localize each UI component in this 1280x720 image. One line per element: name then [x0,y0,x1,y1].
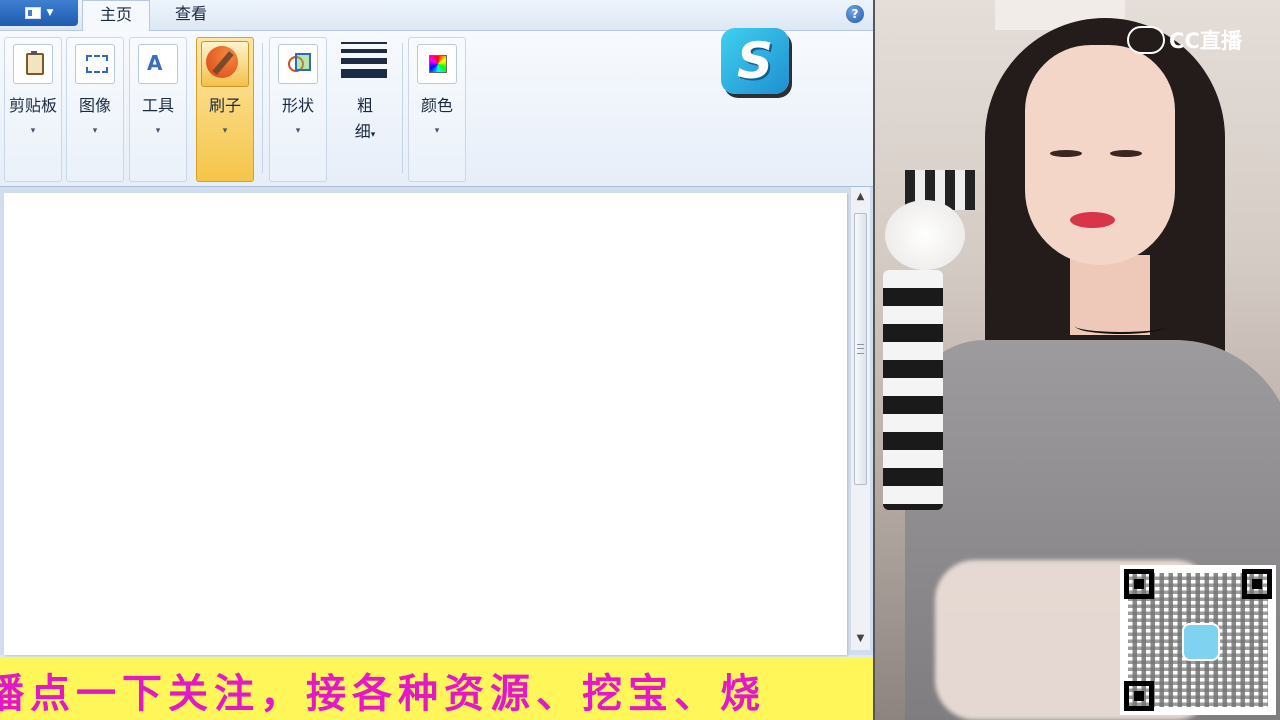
select-icon [75,44,115,84]
tools-group[interactable]: A 工具 ▾ [129,37,187,182]
size-group[interactable]: 粗 细▾ [334,37,396,182]
tools-icon: A [138,44,178,84]
scrolling-banner: 播点一下关注，接各种资源、挖宝、烧 [0,657,880,720]
shapes-group[interactable]: 形状 ▾ [269,37,327,182]
colors-group[interactable]: 颜色 ▾ [408,37,466,182]
chevron-down-icon: ▾ [222,126,228,136]
shapes-icon [278,44,318,84]
scroll-thumb[interactable] [854,213,867,485]
eye-left [1050,150,1082,157]
flower-icon [885,200,965,270]
line-width-icon [341,42,387,83]
cc-logo-text: CC直播 [1169,29,1242,53]
colors-label: 颜色 [420,96,453,115]
cloud-icon [1127,26,1165,54]
shapes-label: 形状 [281,96,314,115]
chevron-down-icon: ▾ [155,126,161,136]
tab-view[interactable]: 查看 [158,0,224,31]
drawing-canvas[interactable] [4,193,847,655]
canvas-area: ▲ ▼ [0,187,873,655]
image-group[interactable]: 图像 ▾ [66,37,124,182]
tab-home[interactable]: 主页 [82,0,150,32]
paint-window: ▼ 主页 查看 ? 剪贴板 ▾ 图像 ▾ A 工具 ▾ 刷子 ▾ 形状 ▾ 粗 … [0,0,873,720]
file-menu-button[interactable]: ▼ [0,0,78,26]
chevron-down-icon: ▾ [92,126,98,136]
size-label-2: 细▾ [354,122,376,141]
banner-text: 播点一下关注，接各种资源、挖宝、烧 [0,670,766,717]
image-label: 图像 [78,96,111,115]
mascot-icon [1182,623,1220,661]
chevron-down-icon: ▾ [30,126,36,136]
scroll-up-arrow-icon[interactable]: ▲ [851,191,870,207]
cc-live-logo: CC直播 [1127,25,1242,55]
s-logo: S [721,28,789,94]
clipboard-icon [13,44,53,84]
clipboard-group[interactable]: 剪贴板 ▾ [4,37,62,182]
chevron-down-icon: ▾ [434,126,440,136]
chevron-down-icon: ▾ [295,126,301,136]
qr-code [1120,565,1276,715]
brush-icon [201,41,249,87]
ribbon-divider [262,43,263,173]
scroll-down-arrow-icon[interactable]: ▼ [851,633,870,649]
chevron-down-icon: ▼ [46,8,54,18]
decorative-cup [875,170,985,510]
lips [1070,212,1115,228]
vertical-scrollbar[interactable]: ▲ ▼ [850,187,870,650]
streamer-face [1025,45,1175,265]
help-icon[interactable]: ? [846,5,864,23]
choker-necklace [1075,318,1167,334]
ribbon-divider [402,43,403,173]
color-palette-icon [417,44,457,84]
eye-right [1110,150,1142,157]
grip-icon [857,344,864,354]
chevron-down-icon: ▾ [370,130,376,140]
ribbon-tab-bar: ▼ 主页 查看 ? [0,0,873,32]
menu-icon [24,7,41,19]
brushes-label: 刷子 [208,96,241,115]
brushes-group[interactable]: 刷子 ▾ [196,37,254,182]
size-label: 粗 [356,96,373,115]
clipboard-label: 剪贴板 [8,96,57,115]
tools-label: 工具 [141,96,174,115]
